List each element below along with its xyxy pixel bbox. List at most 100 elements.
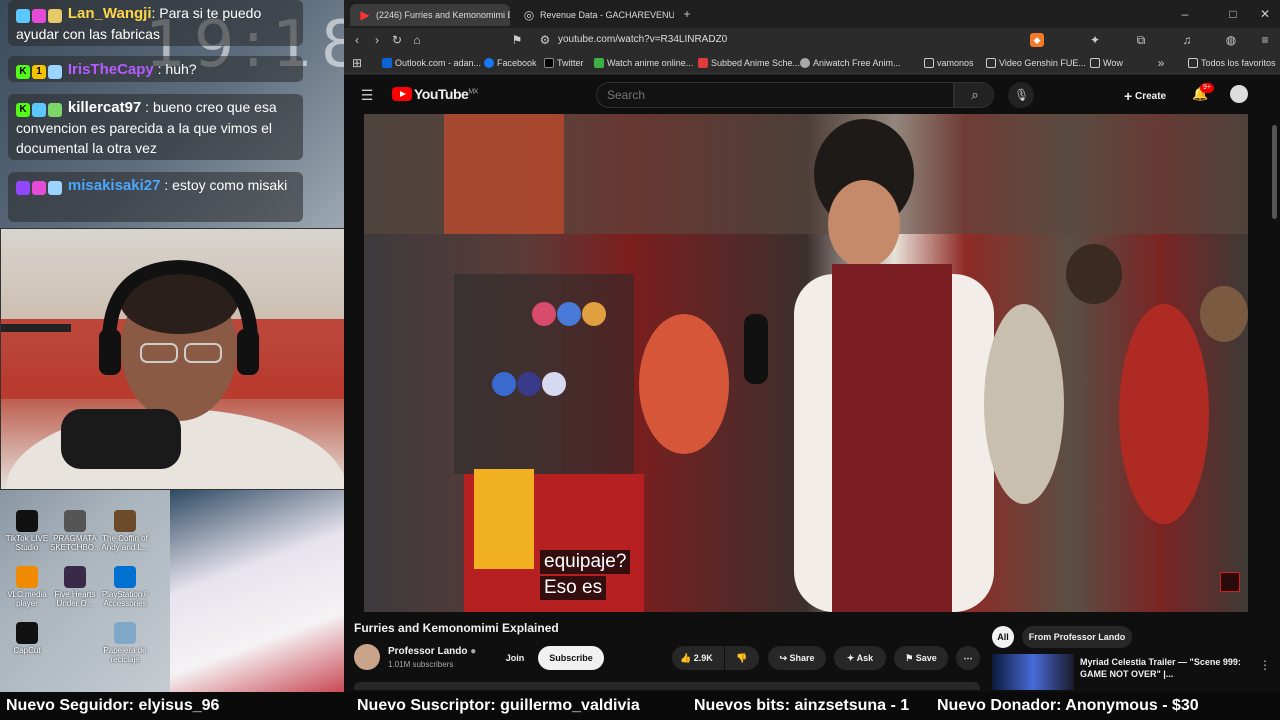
channel-name[interactable]: Professor Lando ●: [388, 646, 476, 657]
bookmark-all-favorites[interactable]: Todos los favoritos: [1188, 55, 1276, 71]
desktop-icon[interactable]: The Coffin of Andy and L...: [100, 510, 150, 552]
recommended-title[interactable]: Myriad Celestia Trailer — "Scene 999: GA…: [1080, 656, 1258, 680]
heart-badge-icon: [32, 8, 46, 23]
bookmark-icon: ⚑: [905, 653, 914, 663]
bookmark-outlook[interactable]: Outlook.com - adan...: [382, 55, 481, 71]
youtube-page: ☰ YouTubeMX ⌕ 🎙 + Create 🔔 9+: [344, 75, 1280, 692]
search-input[interactable]: [596, 82, 954, 108]
avatar[interactable]: [1230, 85, 1248, 103]
more-actions-button[interactable]: ⋯: [956, 646, 980, 670]
bookmark-watch-anime[interactable]: Watch anime online...: [594, 55, 693, 71]
bookmark-icon[interactable]: ⚑: [510, 33, 524, 47]
dislike-button[interactable]: 👎: [725, 646, 759, 670]
apps-grid-icon[interactable]: ⊞: [350, 56, 364, 70]
ticker-donor: Nuevo Donador: Anonymous - $30: [937, 697, 1199, 714]
ticker-follower: Nuevo Seguidor: elyisus_96: [6, 697, 220, 714]
folder-icon: [924, 58, 934, 68]
extensions-icon[interactable]: ⧉: [1134, 33, 1148, 47]
new-tab-icon[interactable]: +: [680, 7, 694, 21]
forward-icon[interactable]: ›: [370, 33, 384, 47]
site-info-icon[interactable]: ⚙: [538, 33, 552, 47]
chat-badges: [16, 4, 64, 24]
description-box[interactable]: [354, 682, 980, 690]
verified-icon: ●: [470, 646, 477, 657]
desktop-icon[interactable]: TikTok LIVE Studio: [2, 510, 52, 552]
wallpaper-art: [170, 490, 344, 692]
subtitle-block: equipaje? Eso es: [540, 550, 631, 600]
desktop-icon-label: Papelera de reciclaje: [103, 646, 147, 664]
desktop-icon-label: VLC media player: [7, 590, 47, 608]
ask-button[interactable]: ✦ Ask: [834, 646, 886, 670]
desktop-icon[interactable]: Five Hearts Under O...: [50, 566, 100, 608]
save-button[interactable]: ⚑ Save: [894, 646, 948, 670]
subtitle-line: Eso es: [540, 576, 607, 600]
filter-chip-all[interactable]: All: [992, 626, 1014, 648]
home-icon[interactable]: ⌂: [410, 33, 424, 47]
heart-badge-icon: [32, 180, 46, 195]
vlc-icon: [16, 566, 38, 588]
video-title: Furries and Kemonomimi Explained: [354, 621, 559, 635]
like-button[interactable]: 👍 2.9K: [672, 646, 724, 670]
youtube-logo[interactable]: YouTubeMX: [392, 86, 478, 102]
reload-icon[interactable]: ↻: [390, 33, 404, 47]
chat-user: misakisaki27: [67, 177, 161, 194]
aniwatch-icon: [800, 58, 810, 68]
game-icon: [64, 510, 86, 532]
chat-badges: K1: [16, 60, 64, 80]
bookmark-facebook[interactable]: Facebook: [484, 55, 537, 71]
url-text: youtube.com/watch?v=R34LINRADZ0: [558, 34, 728, 45]
video-player[interactable]: equipaje? Eso es: [364, 114, 1248, 612]
voice-search-button[interactable]: 🎙: [1008, 82, 1034, 108]
wallet-icon[interactable]: ◍: [1224, 33, 1238, 47]
recycle-bin-icon: [114, 622, 136, 644]
url-field[interactable]: ⚙ youtube.com/watch?v=R34LINRADZ0: [530, 31, 1030, 49]
desktop-icon[interactable]: PlayStation® Accessories: [100, 566, 150, 608]
hamburger-menu-icon[interactable]: ☰: [360, 88, 374, 102]
bookmark-folder-genshin[interactable]: Video Genshin FUE...: [986, 55, 1086, 71]
desktop-icon[interactable]: PRAGMATA SKETCHBO...: [50, 510, 101, 552]
game-icon: [114, 510, 136, 532]
playstation-icon: [114, 566, 136, 588]
join-button[interactable]: Join: [498, 646, 532, 670]
minimize-icon[interactable]: –: [1178, 7, 1192, 21]
channel-avatar[interactable]: [354, 644, 380, 670]
music-icon[interactable]: ♫: [1180, 33, 1194, 47]
filter-chip-from-channel[interactable]: From Professor Lando: [1022, 626, 1132, 648]
tab-revenue[interactable]: ◎ Revenue Data - GACHAREVENUE: [514, 4, 674, 26]
subscribe-button[interactable]: Subscribe: [538, 646, 604, 670]
desktop-icon[interactable]: Papelera de reciclaje: [100, 622, 150, 664]
menu-icon[interactable]: ≡: [1258, 33, 1272, 47]
bookmark-folder-wow[interactable]: Wow: [1090, 55, 1123, 71]
create-button[interactable]: + Create: [1124, 88, 1166, 104]
extension-icon[interactable]: ✦: [1088, 33, 1102, 47]
share-button[interactable]: ↪ Share: [768, 646, 826, 670]
bookmark-subbed-anime[interactable]: Subbed Anime Sche...: [698, 55, 800, 71]
streamer-silhouette: [1, 259, 354, 489]
channel-watermark-icon[interactable]: [1220, 572, 1240, 592]
more-icon[interactable]: ⋮: [1258, 658, 1272, 672]
desktop-icon[interactable]: VLC media player: [2, 566, 52, 608]
page-scrollbar[interactable]: [1272, 125, 1277, 219]
region-code: MX: [468, 88, 478, 96]
chat-user: killercat97: [67, 99, 142, 116]
maximize-icon[interactable]: □: [1226, 7, 1240, 21]
x-icon: [544, 58, 554, 68]
bookmark-aniwatch[interactable]: Aniwatch Free Anim...: [800, 55, 901, 71]
desktop-icon-label: PlayStation® Accessories: [101, 590, 149, 608]
webcam-feed: [0, 228, 355, 490]
search-button[interactable]: ⌕: [954, 82, 994, 108]
bookmark-twitter[interactable]: Twitter: [544, 55, 584, 71]
brave-shield-icon[interactable]: ◆: [1030, 33, 1044, 47]
back-icon[interactable]: ‹: [350, 33, 364, 47]
folder-icon: [1188, 58, 1198, 68]
desktop-icon-label: Five Hearts Under O...: [54, 590, 96, 608]
bookmark-folder-vamonos[interactable]: vamonos: [924, 55, 974, 71]
badge-icon: [48, 64, 62, 79]
desktop-icon-label: PRAGMATA SKETCHBO...: [50, 534, 101, 552]
tab-youtube[interactable]: ▶ (2246) Furries and Kemonomimi Expl...: [350, 4, 510, 26]
recommended-thumbnail[interactable]: [992, 654, 1074, 690]
ticker-subscriber: Nuevo Suscriptor: guillermo_valdivia: [357, 697, 640, 714]
more-bookmarks-icon[interactable]: »: [1154, 56, 1168, 70]
close-icon[interactable]: ✕: [1258, 7, 1272, 21]
desktop-icon[interactable]: CapCut: [2, 622, 52, 655]
